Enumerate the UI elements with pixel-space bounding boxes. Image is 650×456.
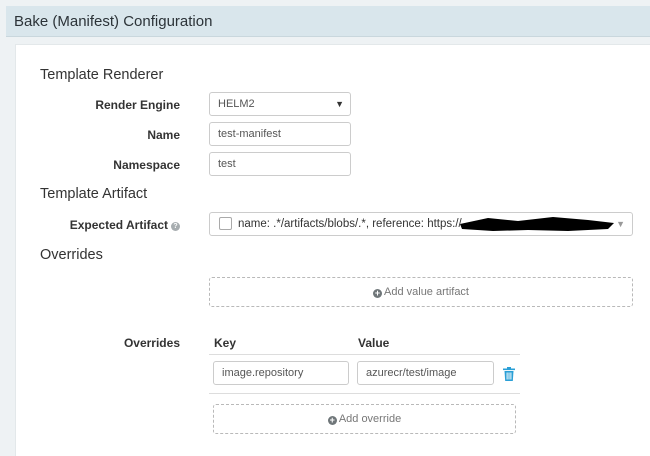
add-override-button[interactable]: + Add override [213, 404, 516, 434]
overrides-label: Overrides [123, 336, 180, 350]
help-icon[interactable]: ? [171, 222, 180, 231]
override-key-value: image.repository [222, 367, 304, 379]
section-title-template-artifact: Template Artifact [40, 186, 148, 202]
expected-artifact-label-text: Expected Artifact [69, 218, 168, 232]
table-row-divider [209, 393, 520, 394]
chevron-down-icon: ▼ [616, 219, 625, 229]
select-arrow-icon: ▼ [335, 99, 344, 109]
expected-artifact-label: Expected Artifact? [70, 218, 180, 232]
render-engine-value: HELM2 [218, 98, 255, 110]
override-key-input[interactable]: image.repository [213, 361, 349, 385]
render-engine-select[interactable]: HELM2 ▼ [209, 92, 351, 116]
section-title-template-renderer: Template Renderer [40, 67, 164, 83]
column-header-value: Value [358, 336, 390, 350]
name-input-value: test-manifest [218, 128, 281, 140]
artifact-checkbox[interactable] [219, 217, 232, 230]
override-value-value: azurecr/test/image [366, 367, 457, 379]
name-input[interactable]: test-manifest [209, 122, 351, 146]
trash-icon[interactable] [503, 367, 515, 381]
namespace-label: Namespace [113, 158, 180, 172]
add-value-artifact-button[interactable]: + Add value artifact [209, 277, 633, 307]
expected-artifact-value: name: .*/artifacts/blobs/.*, reference: … [238, 218, 462, 230]
name-label: Name [147, 128, 180, 142]
column-header-key: Key [214, 336, 237, 350]
stage-config-header: Bake (Manifest) Configuration [6, 6, 650, 37]
plus-circle-icon: + [373, 288, 382, 298]
render-engine-label: Render Engine [95, 98, 180, 112]
namespace-input-value: test [218, 158, 236, 170]
page-title: Bake (Manifest) Configuration [14, 13, 213, 30]
section-title-overrides: Overrides [40, 247, 103, 263]
override-value-input[interactable]: azurecr/test/image [357, 361, 494, 385]
plus-circle-icon: + [327, 415, 337, 425]
table-header-divider [209, 354, 520, 355]
namespace-input[interactable]: test [209, 152, 351, 176]
add-value-artifact-label: Add value artifact [384, 286, 469, 298]
redaction-scribble [460, 217, 614, 231]
add-override-label: Add override [338, 413, 402, 425]
expected-artifact-select[interactable]: name: .*/artifacts/blobs/.*, reference: … [209, 212, 633, 236]
